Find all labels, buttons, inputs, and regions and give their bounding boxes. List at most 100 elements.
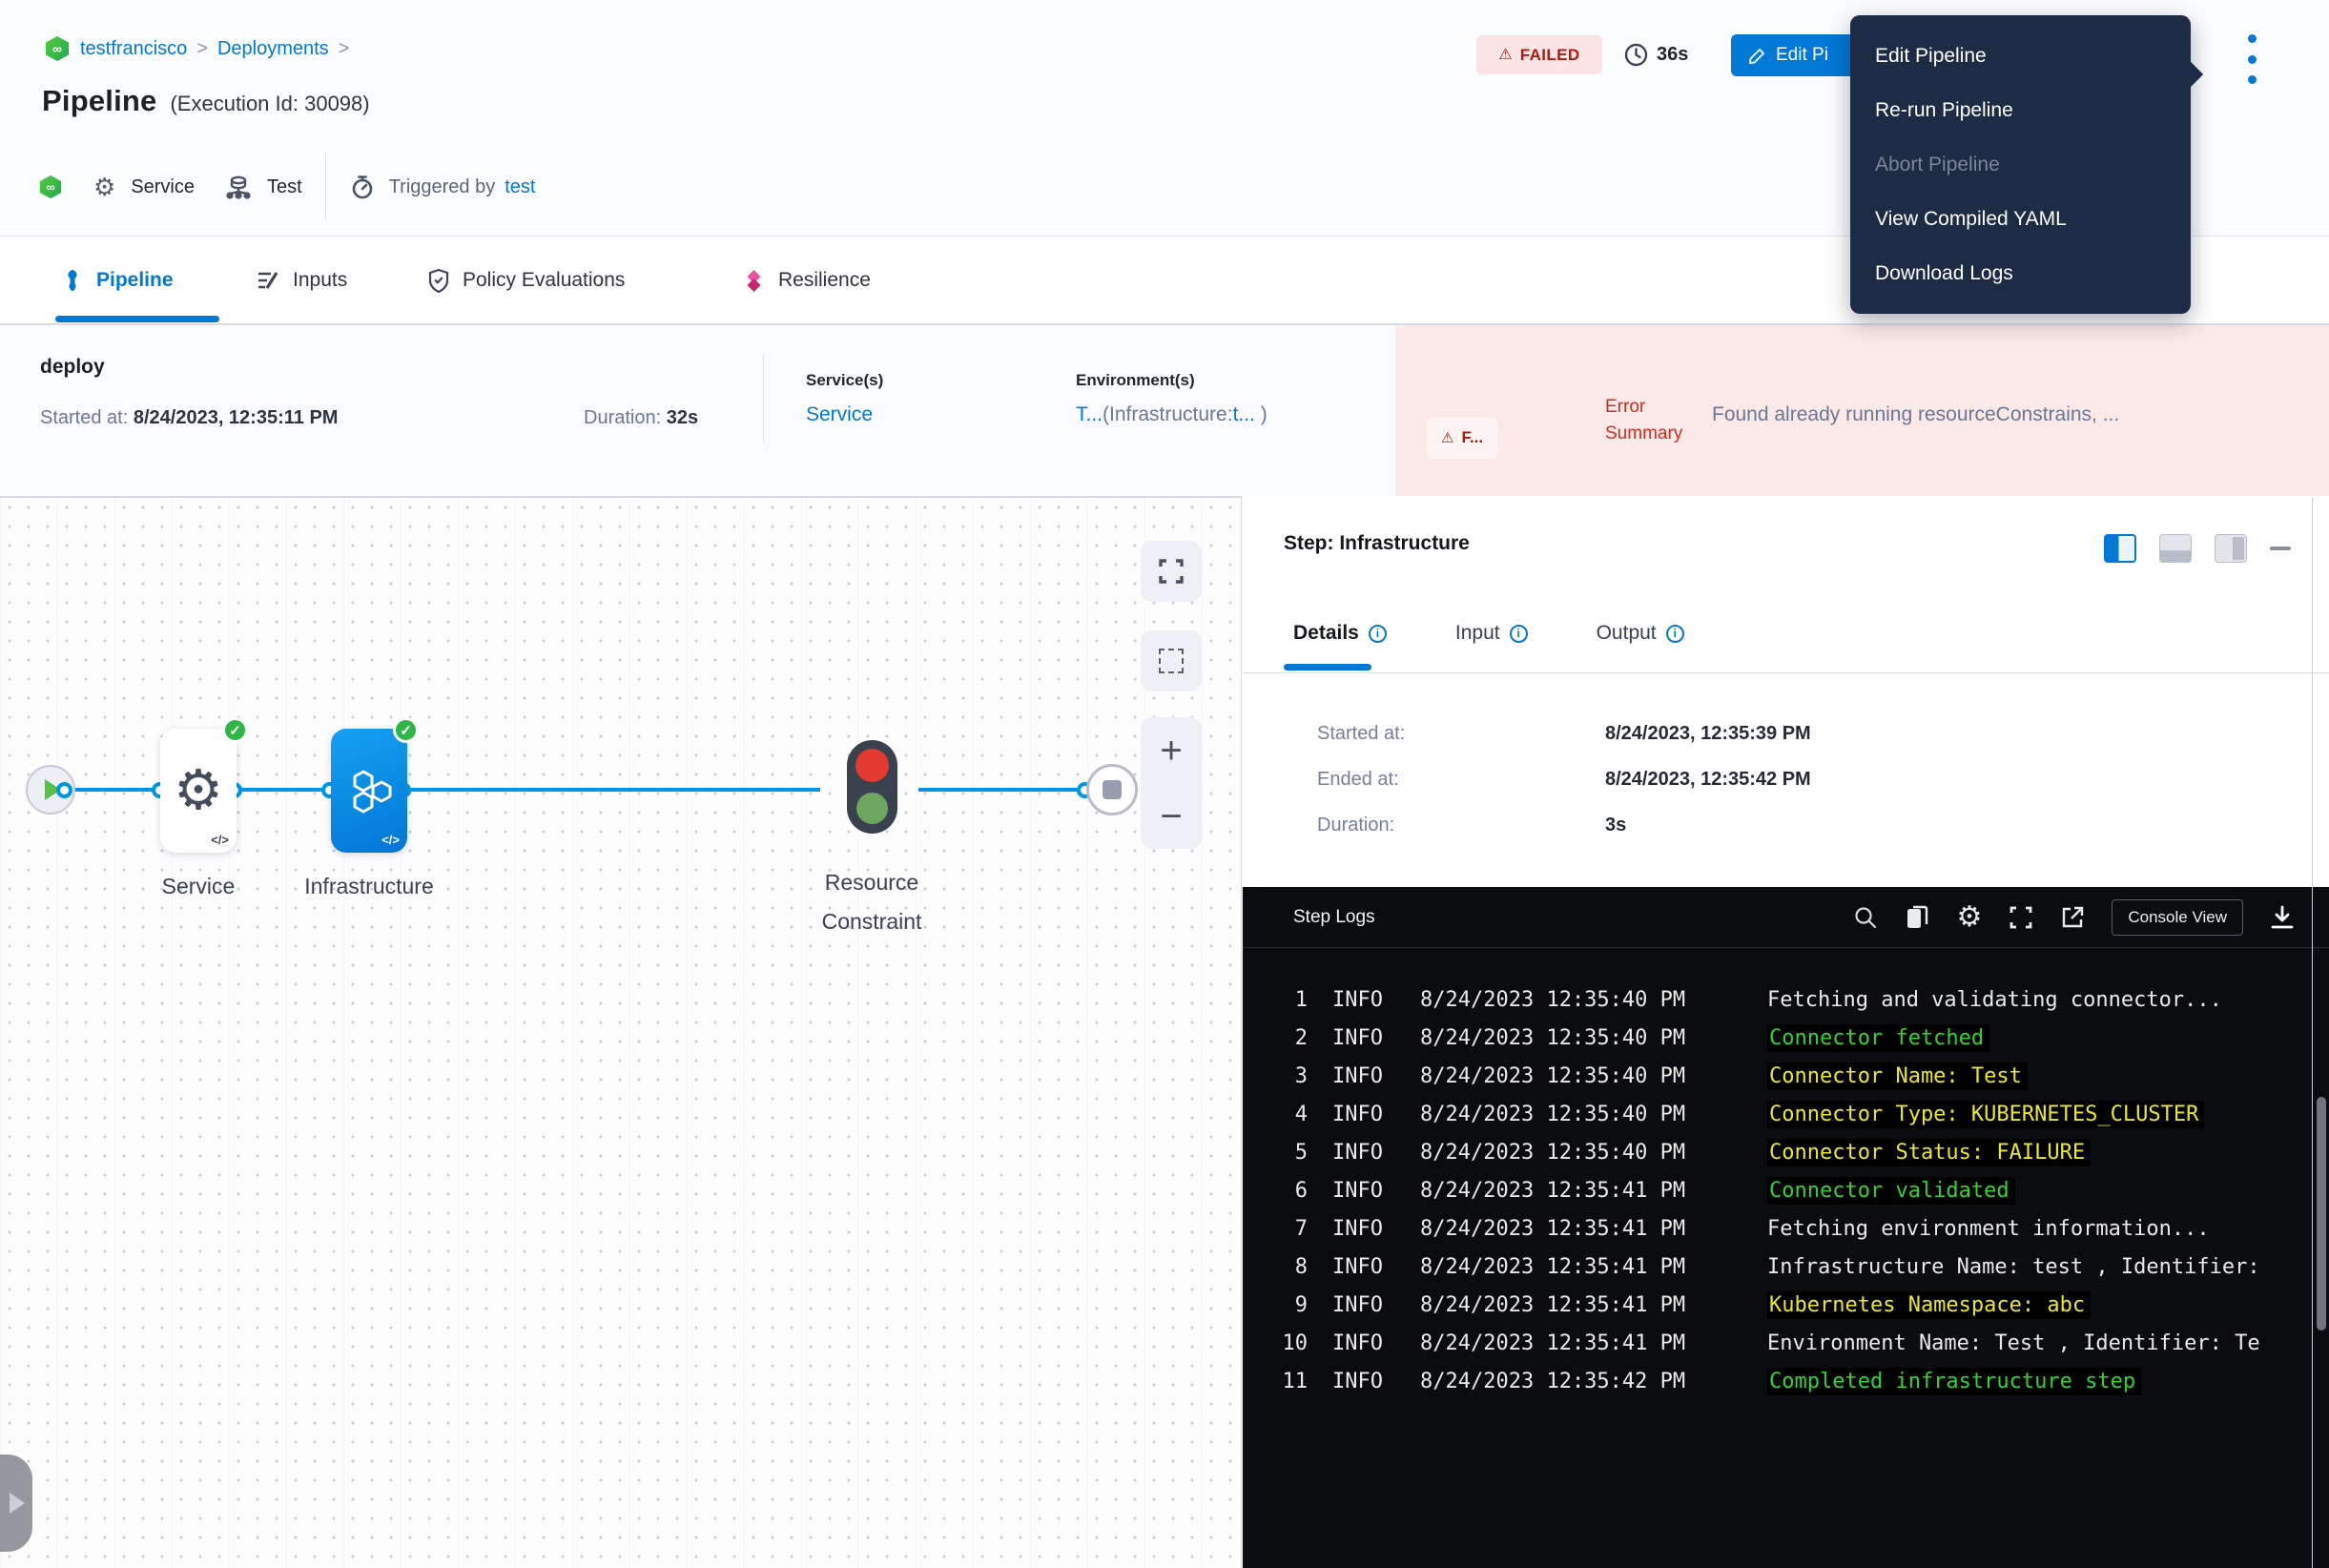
error-summary-label: Error Summary — [1605, 394, 1682, 447]
shield-check-icon — [427, 268, 450, 294]
total-duration-value: 36s — [1657, 44, 1688, 66]
edit-pipeline-label: Edit Pi — [1776, 45, 1828, 66]
field-ended-at: Ended at: 8/24/2023, 12:35:42 PM — [1317, 769, 1399, 791]
stopwatch-icon — [349, 174, 376, 200]
environment-infra-link[interactable]: t... — [1233, 403, 1255, 425]
tab-details[interactable]: Details i — [1293, 622, 1387, 645]
stage-divider — [763, 354, 764, 444]
triggered-by-label: Triggered by — [389, 176, 496, 198]
edge-start-service — [66, 788, 159, 792]
log-line: 3INFO8/24/2023 12:35:40 PMConnector Name… — [1243, 1057, 2312, 1095]
log-line: 11INFO8/24/2023 12:35:42 PMCompleted inf… — [1243, 1362, 2312, 1400]
pipeline-graph-canvas[interactable]: ⚙ </> ✓ Service </> ✓ Infrastructure Res… — [0, 496, 1242, 1568]
service-step-node[interactable]: ⚙ </> ✓ — [160, 729, 237, 853]
open-in-new-icon[interactable] — [2060, 905, 2085, 930]
service-link[interactable]: Service — [806, 403, 883, 426]
right-view-icon[interactable] — [2215, 534, 2247, 563]
breadcrumb-project-link[interactable]: testfrancisco — [80, 38, 187, 60]
breadcrumb: ∞ testfrancisco > Deployments > — [44, 34, 349, 63]
info-icon[interactable]: i — [1510, 625, 1528, 643]
expand-panel-handle[interactable] — [0, 1455, 32, 1552]
log-lines-container[interactable]: 1INFO8/24/2023 12:35:40 PMFetching and v… — [1243, 948, 2312, 1568]
edge-port — [56, 782, 72, 798]
stage-duration: Duration: 32s — [584, 407, 698, 429]
field-started-at: Started at: 8/24/2023, 12:35:39 PM — [1317, 723, 1405, 745]
tab-output-label: Output — [1597, 622, 1657, 645]
fullscreen-icon — [1158, 558, 1185, 585]
svg-text:∞: ∞ — [46, 180, 54, 195]
canvas-select-button[interactable] — [1141, 630, 1202, 691]
duration-value: 32s — [667, 407, 698, 428]
triggered-by-user-link[interactable]: test — [505, 176, 535, 198]
menu-item-abort-pipeline: Abort Pipeline — [1850, 137, 2191, 192]
stage-name[interactable]: Test — [267, 176, 302, 198]
download-logs-icon[interactable] — [2270, 905, 2295, 930]
gear-icon: ⚙ — [174, 763, 223, 818]
meta-divider — [325, 154, 326, 220]
success-check-badge: ✓ — [393, 717, 419, 743]
pencil-icon — [1748, 47, 1766, 65]
tab-input[interactable]: Input i — [1455, 622, 1528, 645]
step-logs-header: Step Logs ⚙ Console View — [1243, 887, 2329, 948]
environment-link[interactable]: T... — [1076, 403, 1103, 425]
log-line: 5INFO8/24/2023 12:35:40 PMConnector Stat… — [1243, 1133, 2312, 1171]
pipeline-execution-page: ∞ testfrancisco > Deployments > Pipeline… — [0, 0, 2329, 1568]
tab-output[interactable]: Output i — [1597, 622, 1684, 645]
page-scrollbar-track[interactable] — [2312, 498, 2313, 1568]
log-fullscreen-icon[interactable] — [2009, 905, 2033, 930]
stage-summary-bar: deploy Started at: 8/24/2023, 12:35:11 P… — [0, 325, 2329, 496]
resource-constraint-label[interactable]: Resource — [776, 870, 967, 896]
step-panel-title: Step: Infrastructure — [1284, 532, 1470, 555]
search-icon[interactable] — [1853, 905, 1878, 930]
step-details-panel: Step: Infrastructure Details i Input i O… — [1243, 496, 2329, 1568]
more-options-kebab-icon[interactable] — [2243, 32, 2260, 86]
canvas-fullscreen-button[interactable] — [1141, 541, 1202, 602]
infrastructure-node-label[interactable]: Infrastructure — [264, 874, 474, 899]
pipeline-meta-row: ∞ ⚙ Service Test Triggered by test — [38, 162, 536, 212]
error-badge-label: F... — [1461, 428, 1483, 447]
logs-scrollbar-thumb[interactable] — [2317, 1097, 2326, 1331]
step-logs-title: Step Logs — [1293, 907, 1375, 928]
bottom-view-icon[interactable] — [2159, 534, 2192, 563]
breadcrumb-deployments-link[interactable]: Deployments — [217, 38, 329, 60]
error-summary-section: ⚠ F... Error Summary Found already runni… — [1395, 325, 2329, 496]
zoom-out-button[interactable]: − — [1160, 797, 1182, 836]
end-node[interactable] — [1086, 764, 1138, 815]
menu-item-download-logs[interactable]: Download Logs — [1850, 246, 2191, 300]
minimize-panel-icon[interactable] — [2270, 547, 2291, 550]
log-line: 1INFO8/24/2023 12:35:40 PMFetching and v… — [1243, 980, 2312, 1019]
service-name[interactable]: Service — [131, 176, 195, 198]
error-summary-text[interactable]: Found already running resourceConstrains… — [1712, 403, 2316, 426]
status-badge: ⚠ FAILED — [1476, 35, 1602, 74]
stage-title[interactable]: deploy — [40, 356, 105, 379]
page-title: Pipeline — [42, 84, 156, 118]
tab-policy-evaluations[interactable]: Policy Evaluations — [427, 237, 625, 324]
info-icon[interactable]: i — [1666, 625, 1684, 643]
menu-item-rerun-pipeline[interactable]: Re-run Pipeline — [1850, 83, 2191, 137]
service-node-label[interactable]: Service — [122, 874, 275, 899]
environment-stage-icon — [225, 174, 252, 200]
tab-input-label: Input — [1455, 622, 1500, 645]
services-label: Service(s) — [806, 371, 883, 390]
harness-logo-icon: ∞ — [44, 35, 71, 62]
menu-item-edit-pipeline[interactable]: Edit Pipeline — [1850, 29, 2191, 83]
split-view-icon[interactable] — [2104, 534, 2136, 563]
tab-inputs-label: Inputs — [293, 269, 347, 292]
tab-pipeline[interactable]: Pipeline — [61, 237, 174, 324]
canvas-zoom-controls: + − — [1141, 717, 1202, 849]
tab-resilience[interactable]: Resilience — [742, 237, 871, 324]
console-view-button[interactable]: Console View — [2112, 899, 2243, 936]
pipeline-icon — [61, 268, 84, 293]
menu-item-view-compiled-yaml[interactable]: View Compiled YAML — [1850, 192, 2191, 246]
zoom-in-button[interactable]: + — [1160, 732, 1182, 770]
tab-inputs[interactable]: Inputs — [256, 237, 347, 324]
copy-icon[interactable] — [1905, 904, 1929, 931]
environment-close: ) — [1255, 403, 1268, 425]
resource-constraint-node[interactable] — [847, 740, 897, 834]
resource-constraint-label[interactable]: Constraint — [776, 909, 967, 935]
log-settings-gear-icon[interactable]: ⚙ — [1956, 903, 1982, 932]
info-icon[interactable]: i — [1369, 625, 1387, 643]
service-gear-icon: ⚙ — [93, 175, 115, 199]
infrastructure-step-node[interactable]: </> ✓ — [331, 729, 407, 853]
warning-icon: ⚠ — [1441, 429, 1453, 446]
